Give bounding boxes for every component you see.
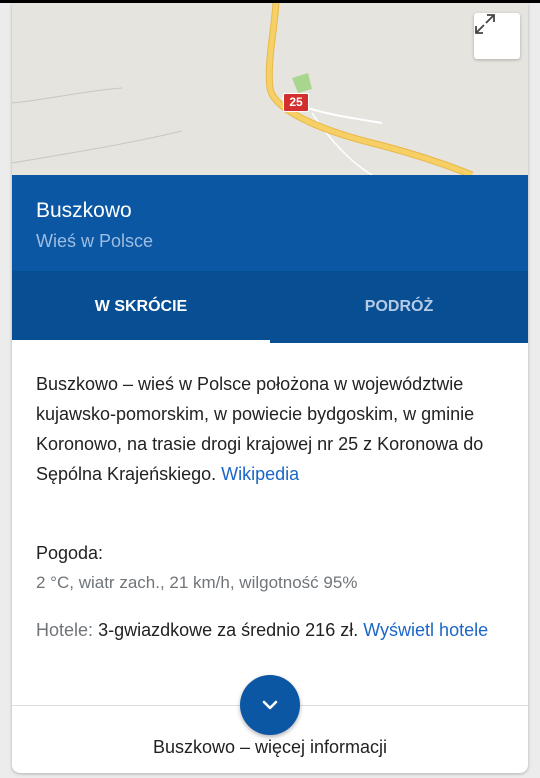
knowledge-panel-card: 25 Buszkowo Wieś w Polsce W SKRÓCIE PODR…: [12, 3, 528, 773]
weather-value: 2 °C, wiatr zach., 21 km/h, wilgotność 9…: [36, 573, 358, 592]
place-subtitle: Wieś w Polsce: [36, 231, 154, 251]
place-description: Buszkowo – wieś w Polsce położona w woje…: [36, 369, 506, 489]
tab-travel[interactable]: PODRÓŻ: [270, 271, 528, 343]
hotels-value: 3-gwiazdkowe za średnio 216 zł.: [98, 620, 359, 640]
map-graphic: [12, 3, 474, 175]
chevron-down-icon: [262, 700, 278, 710]
hotels-info: Hotele: 3-gwiazdkowe za średnio 216 zł. …: [36, 615, 512, 645]
wikipedia-link[interactable]: Wikipedia: [221, 464, 299, 484]
active-tab-indicator: [12, 340, 270, 343]
expand-icon: [475, 14, 495, 34]
show-hotels-link[interactable]: Wyświetl hotele: [363, 620, 488, 640]
tab-overview[interactable]: W SKRÓCIE: [12, 271, 270, 343]
more-info-link[interactable]: Buszkowo – więcej informacji: [12, 737, 528, 758]
weather-label: Pogoda:: [36, 543, 104, 563]
tab-bar: W SKRÓCIE PODRÓŻ: [12, 271, 528, 343]
map-preview[interactable]: 25: [12, 3, 528, 175]
route-number-badge: 25: [283, 93, 309, 112]
hotels-label: Hotele:: [36, 620, 94, 640]
expand-more-button[interactable]: [240, 675, 300, 735]
expand-map-button[interactable]: [474, 13, 520, 59]
place-header: Buszkowo Wieś w Polsce: [12, 175, 528, 271]
place-title: Buszkowo: [36, 199, 132, 222]
overview-section: Buszkowo – wieś w Polsce położona w woje…: [36, 369, 506, 489]
